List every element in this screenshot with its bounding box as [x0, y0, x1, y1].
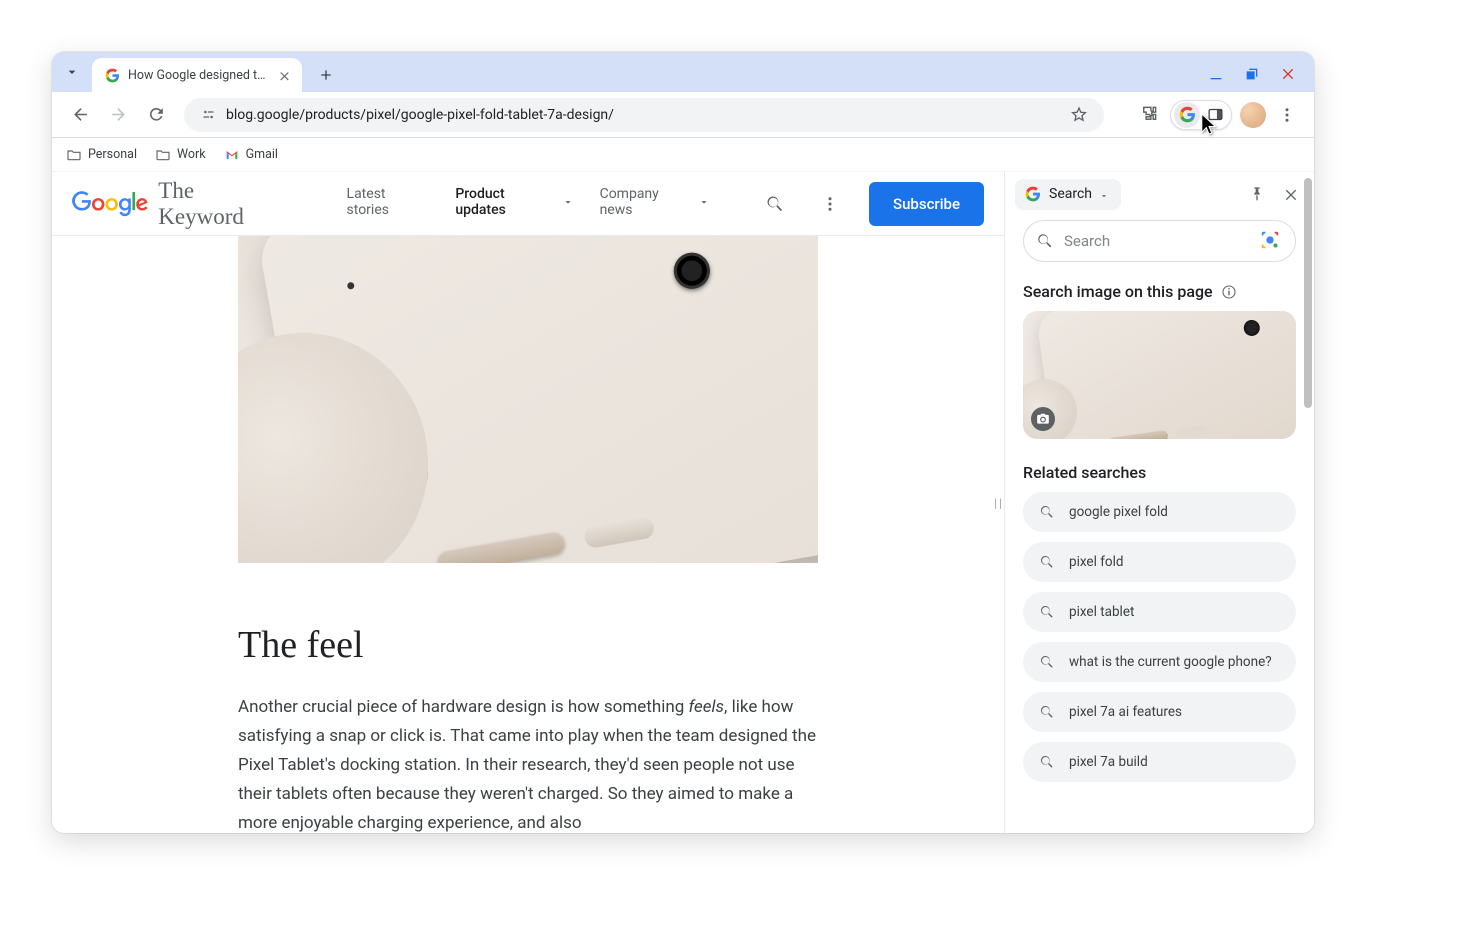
browser-tab[interactable]: How Google designed the P	[92, 58, 302, 92]
close-tab-icon[interactable]	[276, 67, 292, 83]
search-icon	[1039, 504, 1055, 520]
gmail-icon	[224, 147, 240, 163]
site-menu-icon[interactable]	[816, 189, 845, 219]
bookmark-gmail[interactable]: Gmail	[224, 147, 278, 163]
site-settings-icon[interactable]	[200, 107, 216, 123]
url-text: blog.google/products/pixel/google-pixel-…	[226, 107, 614, 123]
search-icon	[1039, 754, 1055, 770]
google-favicon	[104, 67, 120, 83]
side-panel: Search Search Search image on this page	[1004, 172, 1314, 833]
browser-toolbar: blog.google/products/pixel/google-pixel-…	[52, 92, 1314, 138]
scrollbar[interactable]	[1304, 178, 1312, 408]
related-search-item[interactable]: pixel fold	[1023, 542, 1296, 582]
maximize-icon[interactable]	[1244, 66, 1260, 82]
new-tab-button[interactable]	[312, 61, 340, 89]
related-search-item[interactable]: pixel 7a ai features	[1023, 692, 1296, 732]
tab-title: How Google designed the P	[128, 68, 268, 83]
mouse-cursor-icon	[1199, 112, 1221, 142]
related-search-item[interactable]: pixel tablet	[1023, 592, 1296, 632]
address-bar[interactable]: blog.google/products/pixel/google-pixel-…	[184, 98, 1104, 132]
search-icon	[1036, 232, 1054, 250]
article-hero-image	[238, 236, 818, 563]
tab-strip: How Google designed the P	[52, 52, 1314, 92]
search-placeholder: Search	[1064, 232, 1249, 250]
site-header: The Keyword Latest stories Product updat…	[52, 172, 1004, 236]
subscribe-button[interactable]: Subscribe	[869, 182, 984, 226]
minimize-icon[interactable]	[1208, 66, 1224, 82]
related-search-item[interactable]: google pixel fold	[1023, 492, 1296, 532]
side-panel-header: Search	[1005, 172, 1314, 216]
google-g-icon	[1025, 186, 1042, 203]
profile-avatar[interactable]	[1240, 102, 1266, 128]
site-search-icon[interactable]	[758, 187, 791, 221]
extensions-icon[interactable]	[1134, 101, 1162, 129]
site-logo[interactable]: The Keyword	[72, 178, 283, 230]
chevron-down-icon	[1099, 189, 1109, 199]
bookmark-personal[interactable]: Personal	[66, 147, 137, 163]
folder-icon	[155, 147, 171, 163]
chevron-down-icon	[698, 196, 710, 208]
chevron-down-icon	[562, 196, 574, 208]
search-icon	[1039, 604, 1055, 620]
google-lens-icon[interactable]	[1259, 229, 1283, 253]
panel-resize-handle[interactable]: ||	[994, 496, 1004, 510]
bookmark-label: Personal	[88, 147, 137, 162]
forward-button[interactable]	[104, 101, 132, 129]
bookmark-work[interactable]: Work	[155, 147, 206, 163]
search-icon	[1039, 704, 1055, 720]
nav-company-news[interactable]: Company news	[600, 172, 711, 243]
bookmark-star-icon[interactable]	[1070, 106, 1088, 124]
article-heading: The feel	[238, 623, 818, 667]
folder-icon	[66, 147, 82, 163]
pin-icon[interactable]	[1244, 181, 1270, 207]
bookmark-label: Work	[177, 147, 206, 162]
article-paragraph: Another crucial piece of hardware design…	[238, 693, 818, 833]
close-panel-icon[interactable]	[1278, 181, 1304, 207]
page-content: The Keyword Latest stories Product updat…	[52, 172, 1004, 833]
related-search-item[interactable]: pixel 7a build	[1023, 742, 1296, 782]
reload-button[interactable]	[142, 101, 170, 129]
back-button[interactable]	[66, 101, 94, 129]
tab-search-dropdown[interactable]	[52, 52, 92, 92]
related-search-item[interactable]: what is the current google phone?	[1023, 642, 1296, 682]
nav-latest-stories[interactable]: Latest stories	[347, 172, 430, 243]
image-search-thumbnail[interactable]	[1023, 311, 1296, 439]
window-controls	[1208, 66, 1314, 92]
site-title: The Keyword	[158, 178, 282, 230]
window-close-icon[interactable]	[1280, 66, 1296, 82]
search-icon	[1039, 654, 1055, 670]
side-panel-selector[interactable]: Search	[1015, 179, 1121, 210]
side-panel-search-input[interactable]: Search	[1023, 220, 1296, 262]
search-icon	[1039, 554, 1055, 570]
google-search-sidepanel-button[interactable]	[1174, 102, 1200, 128]
bookmark-bar: Personal Work Gmail	[52, 138, 1314, 172]
info-icon[interactable]	[1221, 284, 1237, 300]
browser-menu-icon[interactable]	[1274, 102, 1300, 128]
camera-icon	[1031, 407, 1055, 431]
related-searches-heading: Related searches	[1023, 463, 1296, 482]
search-image-heading: Search image on this page	[1023, 282, 1296, 301]
bookmark-label: Gmail	[246, 147, 278, 162]
nav-product-updates[interactable]: Product updates	[455, 172, 573, 243]
